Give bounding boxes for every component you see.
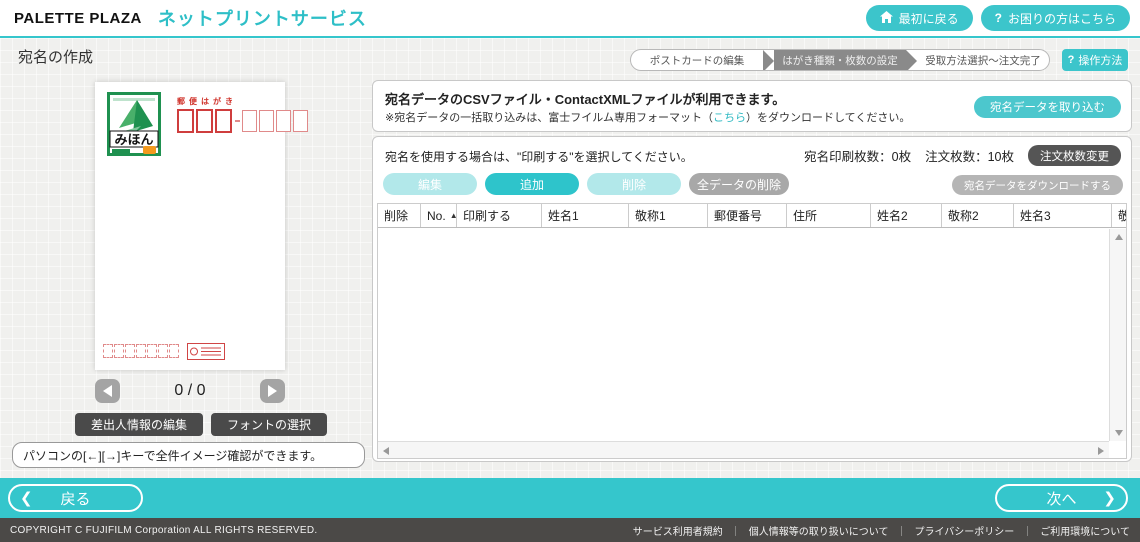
import-info-line1: 宛名データのCSVファイル・ContactXMLファイルが利用できます。 — [385, 89, 785, 108]
page-counter: 0 / 0 — [174, 382, 205, 400]
footer-links: サービス利用者規約 ｜ 個人情報等の取り扱いについて ｜ プライバシーポリシー … — [633, 523, 1130, 538]
column-header-name3[interactable]: 姓名3 — [1014, 204, 1112, 227]
column-header-name1[interactable]: 姓名1 — [542, 204, 629, 227]
column-header-no[interactable]: No. ▲ — [421, 204, 457, 227]
bottom-nav-bar: ❮ 戻る ❮ ❯ 次へ ❯ — [0, 478, 1140, 518]
back-button[interactable]: ❮ 戻る ❮ — [8, 484, 143, 512]
scroll-right-icon — [1098, 447, 1104, 455]
order-count: 注文枚数：10枚 — [925, 146, 1014, 165]
column-header-no-label: No. — [427, 209, 446, 223]
scroll-down-icon — [1115, 430, 1123, 436]
scroll-left-icon — [383, 447, 389, 455]
app-footer: COPYRIGHT C FUJIFILM Corporation ALL RIG… — [0, 518, 1140, 542]
delete-row-button[interactable]: 削除 — [587, 173, 681, 195]
next-page-button[interactable] — [260, 379, 285, 403]
footer-link-environment[interactable]: ご利用環境について — [1040, 523, 1130, 538]
page-title: 宛名の作成 — [18, 46, 93, 67]
home-icon — [880, 11, 893, 26]
font-select-button[interactable]: フォントの選択 — [211, 413, 327, 436]
count-area: 宛名印刷枚数：0枚 注文枚数：10枚 注文枚数変更 — [804, 145, 1121, 166]
home-button[interactable]: 最初に戻る — [866, 5, 973, 31]
step-arrow-icon — [763, 50, 774, 71]
app-header: PALETTE PLAZA ネットプリントサービス 最初に戻る ? お困りの方は… — [0, 0, 1140, 36]
next-button-label: 次へ — [1030, 488, 1094, 509]
column-header-print[interactable]: 印刷する — [457, 204, 542, 227]
download-data-button[interactable]: 宛名データをダウンロードする — [952, 175, 1123, 195]
howto-button[interactable]: ? 操作方法 — [1062, 49, 1128, 71]
preview-actions: 差出人情報の編集 フォントの選択 — [75, 413, 327, 436]
footer-link-privacy-handling[interactable]: 個人情報等の取り扱いについて — [749, 523, 889, 538]
howto-button-label: 操作方法 — [1078, 52, 1122, 68]
address-table-panel: 宛名を使用する場合は、"印刷する"を選択してください。 宛名印刷枚数：0枚 注文… — [372, 136, 1132, 462]
postmark-icon — [187, 343, 225, 365]
add-row-button[interactable]: 追加 — [485, 173, 579, 195]
column-header-address[interactable]: 住所 — [787, 204, 871, 227]
stamp-sample-icon: みほん — [107, 92, 161, 161]
change-order-count-button[interactable]: 注文枚数変更 — [1028, 145, 1121, 166]
import-data-button[interactable]: 宛名データを取り込む — [974, 96, 1121, 118]
column-header-honorific3[interactable]: 敬称3 — [1112, 204, 1126, 227]
back-button-label: 戻る — [43, 488, 109, 509]
chevron-right-icon — [268, 385, 277, 397]
help-button-label: お困りの方はこちら — [1008, 10, 1116, 27]
footer-separator: ｜ — [731, 523, 741, 538]
progress-steps: ポストカードの編集 はがき種類・枚数の設定 受取方法選択～注文完了 — [630, 49, 1050, 71]
palette-plaza-logo: PALETTE PLAZA — [14, 10, 142, 27]
table-instruction: 宛名を使用する場合は、"印刷する"を選択してください。 — [385, 148, 693, 165]
stamp-sample-label: みほん — [114, 132, 153, 147]
grid-header-row: 削除 No. ▲ 印刷する 姓名1 敬称1 郵便番号 住所 姓名2 敬称2 姓名3… — [378, 204, 1126, 228]
chevron-right-icon: ❯ — [1093, 489, 1126, 507]
import-panel: 宛名データのCSVファイル・ContactXMLファイルが利用できます。 ※宛名… — [372, 80, 1132, 132]
copyright-text: COPYRIGHT C FUJIFILM Corporation ALL RIG… — [10, 525, 317, 536]
vertical-scrollbar[interactable] — [1109, 229, 1126, 441]
preview-pager: 0 / 0 — [95, 378, 285, 404]
question-icon: ? — [995, 11, 1002, 25]
column-header-name2[interactable]: 姓名2 — [871, 204, 942, 227]
postcard-preview: みほん 郵便はがき — [95, 82, 285, 370]
footer-separator: ｜ — [896, 523, 906, 538]
sender-zip-boxes — [103, 344, 180, 358]
header-buttons: 最初に戻る ? お困りの方はこちら — [866, 5, 1130, 31]
import-info-prefix: ※宛名データの一括取り込みは、富士フイルム専用フォーマット（ — [385, 112, 713, 124]
help-button[interactable]: ? お困りの方はこちら — [981, 5, 1130, 31]
prev-page-button[interactable] — [95, 379, 120, 403]
table-actions: 編集 追加 削除 全データの削除 — [383, 173, 789, 195]
column-header-delete[interactable]: 削除 — [378, 204, 421, 227]
chevron-left-icon — [103, 385, 112, 397]
step-postcard-edit: ポストカードの編集 — [631, 50, 763, 70]
import-info-line2: ※宛名データの一括取り込みは、富士フイルム専用フォーマット（こちら）をダウンロー… — [385, 109, 910, 125]
netprint-app: PALETTE PLAZA ネットプリントサービス 最初に戻る ? お困りの方は… — [0, 0, 1140, 542]
footer-link-privacy-policy[interactable]: プライバシーポリシー — [914, 523, 1014, 538]
home-button-label: 最初に戻る — [899, 10, 959, 27]
import-info-suffix: ）をダウンロードしてください。 — [746, 112, 910, 124]
next-button[interactable]: ❯ 次へ ❯ — [995, 484, 1128, 512]
footer-link-terms[interactable]: サービス利用者規約 — [633, 523, 723, 538]
sort-asc-icon: ▲ — [450, 211, 457, 220]
grid-body-empty — [378, 229, 1109, 441]
column-header-honorific1[interactable]: 敬称1 — [629, 204, 708, 227]
column-header-honorific2[interactable]: 敬称2 — [942, 204, 1014, 227]
recipient-zip-boxes — [177, 109, 310, 133]
step-arrow-icon — [906, 50, 917, 71]
format-download-link[interactable]: こちら — [713, 112, 746, 124]
keyboard-hint: パソコンの[←][→]キーで全件イメージ確認ができます。 — [12, 442, 365, 468]
scroll-up-icon — [1115, 234, 1123, 240]
yubin-hagaki-label: 郵便はがき — [177, 96, 237, 107]
chevron-left-icon: ❮ — [10, 489, 43, 507]
service-title: ネットプリントサービス — [158, 5, 367, 31]
delete-all-button[interactable]: 全データの削除 — [689, 173, 789, 195]
horizontal-scrollbar[interactable] — [378, 441, 1109, 458]
question-icon: ? — [1068, 54, 1075, 66]
footer-separator: ｜ — [1022, 523, 1032, 538]
step-hagaki-settings: はがき種類・枚数の設定 — [774, 50, 906, 70]
print-count: 宛名印刷枚数：0枚 — [804, 146, 911, 165]
main-area: 宛名の作成 ポストカードの編集 はがき種類・枚数の設定 受取方法選択～注文完了 … — [0, 38, 1140, 478]
address-grid: 削除 No. ▲ 印刷する 姓名1 敬称1 郵便番号 住所 姓名2 敬称2 姓名3… — [377, 203, 1127, 459]
edit-sender-button[interactable]: 差出人情報の編集 — [75, 413, 203, 436]
edit-row-button[interactable]: 編集 — [383, 173, 477, 195]
step-order-complete: 受取方法選択～注文完了 — [917, 50, 1049, 70]
column-header-zip[interactable]: 郵便番号 — [708, 204, 787, 227]
